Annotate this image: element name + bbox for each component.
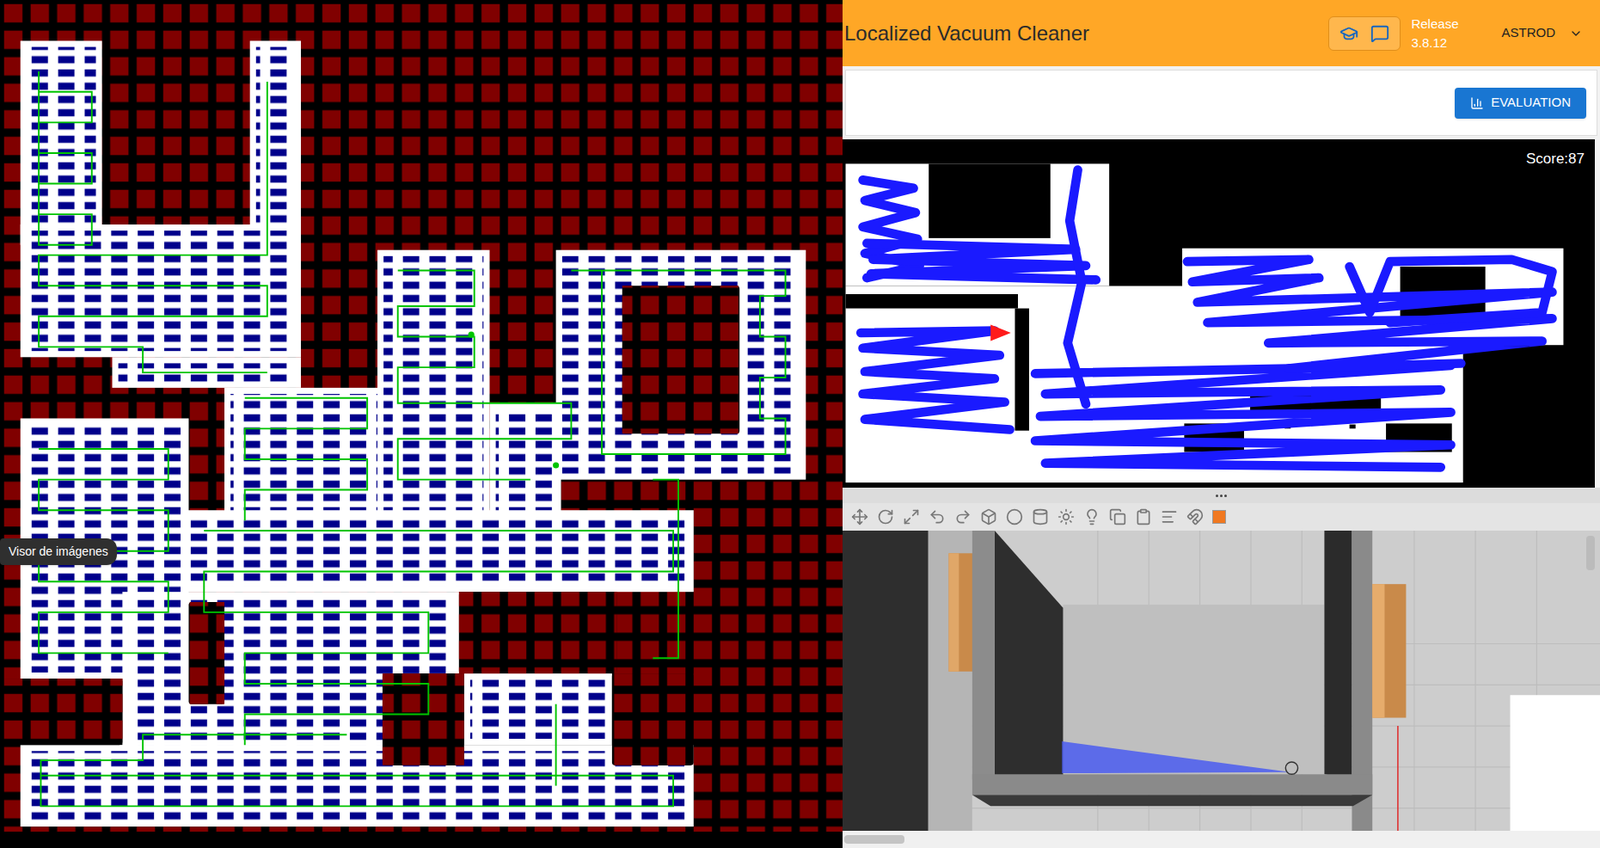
robot-icon xyxy=(1285,761,1298,774)
simulation-3d-view[interactable] xyxy=(842,530,1600,831)
chart-icon xyxy=(1470,96,1484,111)
copy-icon[interactable] xyxy=(1109,508,1127,526)
coverage-map xyxy=(842,139,1595,488)
paste-icon[interactable] xyxy=(1134,508,1153,526)
sim-viewport xyxy=(842,530,1600,831)
undo-icon[interactable] xyxy=(928,508,946,526)
view-angle-icon[interactable] xyxy=(1212,509,1227,524)
score-label: Score:87 xyxy=(1526,147,1585,171)
app-header: Localized Vacuum Cleaner Release3.8.12 AST… xyxy=(842,0,1600,67)
chevron-down-icon xyxy=(1569,26,1583,41)
rotate-icon[interactable] xyxy=(876,508,895,526)
release-version: 3.8.12 xyxy=(1410,33,1459,53)
point-light-icon[interactable] xyxy=(1057,508,1075,526)
align-icon[interactable] xyxy=(1160,508,1178,526)
evaluation-button[interactable]: EVALUATION xyxy=(1454,87,1587,119)
resize-handle[interactable] xyxy=(842,487,1600,503)
graduation-cap-icon[interactable] xyxy=(1339,24,1359,43)
action-bar: EVALUATION xyxy=(845,69,1598,136)
cylinder-shape-icon[interactable] xyxy=(1031,508,1049,526)
box-shape-icon[interactable] xyxy=(980,508,998,526)
web-app: Localized Vacuum Cleaner Release3.8.12 AST… xyxy=(842,0,1600,848)
image-viewer: Visor de imágenes xyxy=(0,0,843,848)
sphere-shape-icon[interactable] xyxy=(1005,508,1024,526)
message-icon[interactable] xyxy=(1370,24,1390,43)
redo-icon[interactable] xyxy=(954,508,972,526)
release-info: Release3.8.12 xyxy=(1410,14,1459,53)
robot-marker-icon xyxy=(990,324,1012,342)
map-panel: Score:87 xyxy=(842,139,1595,488)
spot-light-icon[interactable] xyxy=(1083,508,1101,526)
screen: Visor de imágenes Localized Vacuum Cleane… xyxy=(0,0,1600,848)
translate-icon[interactable] xyxy=(851,508,869,526)
tooltip: Visor de imágenes xyxy=(0,538,117,565)
scale-icon[interactable] xyxy=(902,508,920,526)
user-menu[interactable]: ASTROD xyxy=(1501,23,1583,43)
horizontal-scrollbar[interactable] xyxy=(842,830,1600,848)
grid-map-image xyxy=(0,0,843,848)
snap-icon[interactable] xyxy=(1186,508,1204,526)
release-label: Release xyxy=(1410,14,1459,34)
sim-toolbar xyxy=(842,502,1600,531)
user-name: ASTROD xyxy=(1501,23,1556,43)
app-title: Localized Vacuum Cleaner xyxy=(844,18,1090,50)
header-icon-group xyxy=(1328,16,1401,51)
vertical-scrollbar[interactable] xyxy=(1586,535,1595,571)
